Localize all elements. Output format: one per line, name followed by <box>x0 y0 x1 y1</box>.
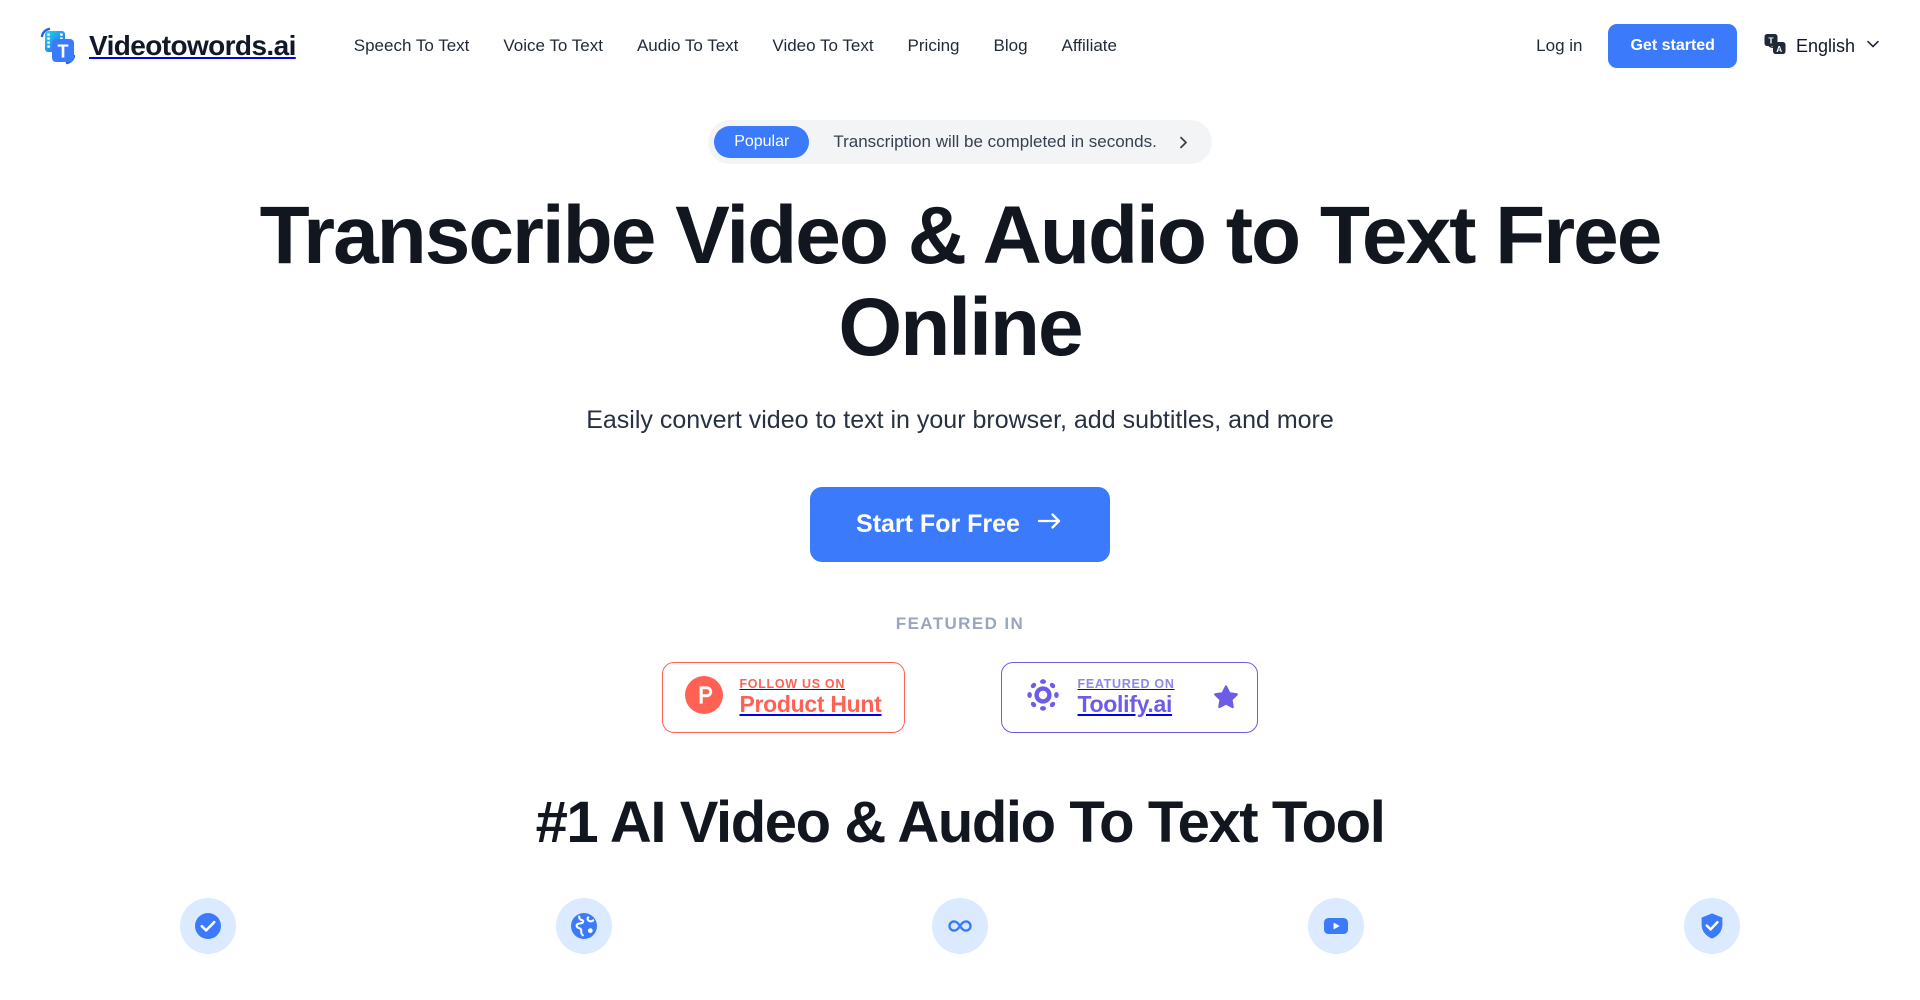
svg-text:T: T <box>58 41 69 61</box>
shield-check-icon <box>1684 897 1740 954</box>
language-label: English <box>1795 35 1855 56</box>
toolify-badge[interactable]: FEATURED ON Toolify.ai <box>1000 661 1258 733</box>
highlight-icons <box>0 897 1920 954</box>
check-circle-icon <box>180 897 236 954</box>
toolify-top-text: FEATURED ON <box>1077 676 1175 691</box>
brand-name: Videotowords.ai <box>89 30 296 61</box>
nav-item-speech-to-text[interactable]: Speech To Text <box>354 36 470 56</box>
hero-section: Popular Transcription will be completed … <box>0 92 1920 954</box>
nav-item-video-to-text[interactable]: Video To Text <box>772 36 873 56</box>
globe-icon <box>556 897 612 954</box>
infinity-icon <box>932 897 988 954</box>
toolify-main-text: Toolify.ai <box>1077 691 1173 718</box>
start-for-free-label: Start For Free <box>856 509 1020 538</box>
videotowords-film-text-logo-icon: T <box>38 26 78 66</box>
arrow-right-icon <box>1036 509 1064 540</box>
get-started-button[interactable]: Get started <box>1608 24 1737 68</box>
announcement-text: Transcription will be completed in secon… <box>833 132 1157 151</box>
page-title: Transcribe Video & Audio to Text Free On… <box>259 190 1663 373</box>
translate-icon: T A <box>1763 32 1787 61</box>
header-actions: Log in Get started T A English <box>1536 24 1882 68</box>
svg-text:A: A <box>1776 44 1782 53</box>
chevron-right-icon <box>1175 134 1206 151</box>
star-icon <box>1213 684 1239 710</box>
announcement-pill[interactable]: Popular Transcription will be completed … <box>708 120 1212 164</box>
product-hunt-main-text: Product Hunt <box>739 691 882 718</box>
featured-badges: FOLLOW US ON Product Hunt FEATURED ON To… <box>0 661 1920 733</box>
nav-item-blog[interactable]: Blog <box>994 36 1028 56</box>
brand-logo[interactable]: T Videotowords.ai <box>38 26 296 66</box>
product-hunt-badge[interactable]: FOLLOW US ON Product Hunt <box>662 661 905 733</box>
nav-item-pricing[interactable]: Pricing <box>908 36 960 56</box>
login-link[interactable]: Log in <box>1536 36 1582 56</box>
featured-in-label: FEATURED IN <box>895 613 1025 633</box>
toolify-icon <box>1024 676 1062 719</box>
start-for-free-button[interactable]: Start For Free <box>810 486 1110 562</box>
product-hunt-icon <box>685 675 724 719</box>
chevron-down-icon <box>1864 35 1882 58</box>
toolify-text: FEATURED ON Toolify.ai <box>1078 677 1175 718</box>
highlights-title: #1 AI Video & Audio To Text Tool <box>535 789 1386 855</box>
language-selector[interactable]: T A English <box>1763 32 1882 61</box>
site-header: T Videotowords.ai Speech To Text Voice T… <box>0 0 1920 92</box>
hero-subtitle: Easily convert video to text in your bro… <box>586 405 1334 434</box>
brand-suffix: .ai <box>266 30 296 61</box>
nav-item-audio-to-text[interactable]: Audio To Text <box>637 36 738 56</box>
video-play-icon <box>1308 897 1364 954</box>
product-hunt-top-text: FOLLOW US ON <box>739 676 846 691</box>
main-navigation: Speech To Text Voice To Text Audio To Te… <box>354 36 1117 56</box>
announcement-badge: Popular <box>714 126 810 158</box>
nav-item-voice-to-text[interactable]: Voice To Text <box>503 36 603 56</box>
nav-item-affiliate[interactable]: Affiliate <box>1062 36 1117 56</box>
product-hunt-text: FOLLOW US ON Product Hunt <box>739 677 881 718</box>
